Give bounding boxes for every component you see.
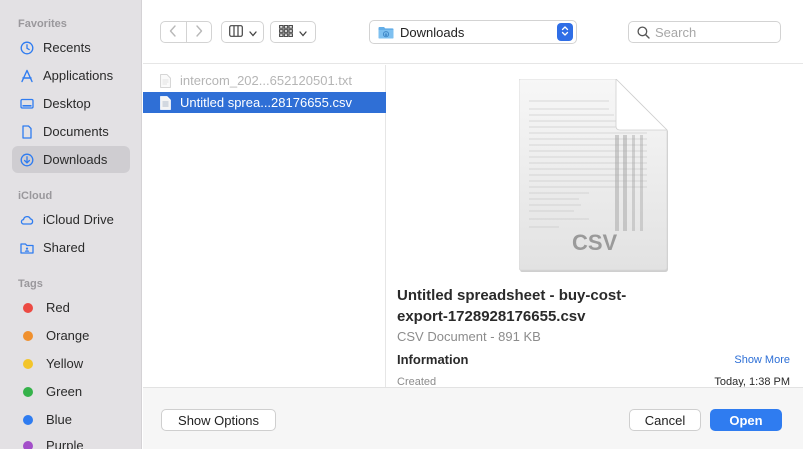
- sidebar-item-label: Red: [46, 300, 70, 315]
- sidebar-tag-yellow[interactable]: Yellow: [12, 350, 130, 377]
- search-field[interactable]: [628, 21, 781, 43]
- sidebar-item-icloud-drive[interactable]: iCloud Drive: [12, 206, 130, 233]
- sidebar-section-icloud: iCloud: [18, 190, 53, 202]
- sidebar: Favorites Recents Applications Desktop D…: [0, 0, 142, 449]
- chevron-down-icon: [248, 25, 257, 40]
- cloud-icon: [20, 213, 34, 227]
- sidebar-item-recents[interactable]: Recents: [12, 34, 130, 61]
- sidebar-item-label: Blue: [46, 412, 73, 427]
- download-icon: [20, 153, 34, 167]
- document-icon: [20, 124, 34, 139]
- sidebar-section-tags: Tags: [18, 278, 43, 290]
- yellow-tag-dot-icon: [23, 358, 33, 369]
- view-mode-button[interactable]: [221, 21, 264, 43]
- chevron-up-down-icon: [561, 25, 569, 40]
- sidebar-item-label: Purple: [46, 438, 84, 449]
- show-options-button[interactable]: Show Options: [161, 409, 276, 431]
- preview-kind-size: CSV Document - 891 KB: [397, 329, 541, 344]
- chevron-down-icon: [299, 25, 307, 40]
- column-view-icon: [228, 24, 243, 40]
- sidebar-tag-blue[interactable]: Blue: [12, 406, 130, 433]
- csv-document-thumbnail-icon: CSV: [518, 78, 669, 273]
- forward-button[interactable]: [187, 22, 212, 42]
- shared-folder-icon: [20, 241, 34, 255]
- thumbnail-label: CSV: [572, 230, 618, 255]
- green-tag-dot-icon: [23, 386, 33, 397]
- sidebar-item-label: Recents: [43, 40, 91, 55]
- sidebar-item-label: iCloud Drive: [43, 212, 114, 227]
- sidebar-item-label: Green: [46, 384, 83, 399]
- open-button[interactable]: Open: [710, 409, 782, 431]
- sidebar-item-label: Downloads: [43, 152, 108, 167]
- sidebar-item-downloads[interactable]: Downloads: [12, 146, 130, 173]
- red-tag-dot-icon: [23, 302, 33, 313]
- text-file-icon: [160, 73, 180, 88]
- cancel-button[interactable]: Cancel: [629, 409, 701, 431]
- file-row-untitled-spreadsheet[interactable]: Untitled sprea...28176655.csv: [143, 92, 386, 113]
- preview-file-name: Untitled spreadsheet - buy-cost-export-1…: [397, 287, 627, 325]
- sidebar-item-label: Applications: [43, 68, 114, 83]
- sidebar-item-applications[interactable]: Applications: [12, 62, 130, 89]
- file-row-intercom: intercom_202...652120501.txt: [143, 70, 386, 91]
- sidebar-item-label: Desktop: [43, 96, 91, 111]
- bottom-bar: Show Options Cancel Open: [143, 387, 803, 449]
- chevron-left-icon: [169, 24, 177, 40]
- toolbar: Downloads: [143, 0, 803, 64]
- sidebar-item-label: Documents: [43, 124, 109, 139]
- blue-tag-dot-icon: [23, 414, 33, 425]
- sidebar-tag-purple[interactable]: Purple: [12, 432, 130, 449]
- search-icon: [637, 25, 650, 39]
- sidebar-item-label: Yellow: [46, 356, 84, 371]
- desktop-icon: [20, 97, 34, 111]
- location-popup[interactable]: Downloads: [369, 20, 577, 44]
- orange-tag-dot-icon: [23, 330, 33, 341]
- show-more-link[interactable]: Show More: [734, 354, 790, 366]
- purple-tag-dot-icon: [23, 440, 33, 449]
- sidebar-tag-red[interactable]: Red: [12, 294, 130, 321]
- applications-icon: [20, 69, 34, 83]
- created-label: Created: [397, 376, 437, 387]
- csv-file-icon: [160, 95, 180, 110]
- chevron-right-icon: [195, 24, 203, 40]
- group-by-button[interactable]: [270, 21, 316, 43]
- clock-icon: [20, 41, 34, 55]
- sidebar-tag-orange[interactable]: Orange: [12, 322, 130, 349]
- sidebar-section-favorites: Favorites: [18, 18, 67, 30]
- information-header: Information: [397, 352, 469, 367]
- sidebar-item-desktop[interactable]: Desktop: [12, 90, 130, 117]
- location-label: Downloads: [400, 24, 465, 40]
- downloads-folder-icon: [378, 26, 394, 39]
- file-list: intercom_202...652120501.txt Untitled sp…: [143, 65, 386, 387]
- file-name: Untitled sprea...28176655.csv: [180, 95, 352, 110]
- file-name: intercom_202...652120501.txt: [180, 73, 353, 88]
- created-value: Today, 1:38 PM: [714, 376, 790, 387]
- location-stepper[interactable]: [557, 23, 573, 41]
- sidebar-item-documents[interactable]: Documents: [12, 118, 130, 145]
- grid-icon: [279, 24, 293, 40]
- nav-buttons: [160, 21, 212, 43]
- sidebar-tag-green[interactable]: Green: [12, 378, 130, 405]
- back-button[interactable]: [161, 22, 186, 42]
- sidebar-item-label: Orange: [46, 328, 90, 343]
- sidebar-item-shared[interactable]: Shared: [12, 234, 130, 261]
- sidebar-item-label: Shared: [43, 240, 85, 255]
- search-input[interactable]: [655, 24, 775, 40]
- open-file-dialog: Favorites Recents Applications Desktop D…: [0, 0, 803, 449]
- preview-pane: CSV Untitled spreadsheet - buy-cost-expo…: [387, 65, 803, 387]
